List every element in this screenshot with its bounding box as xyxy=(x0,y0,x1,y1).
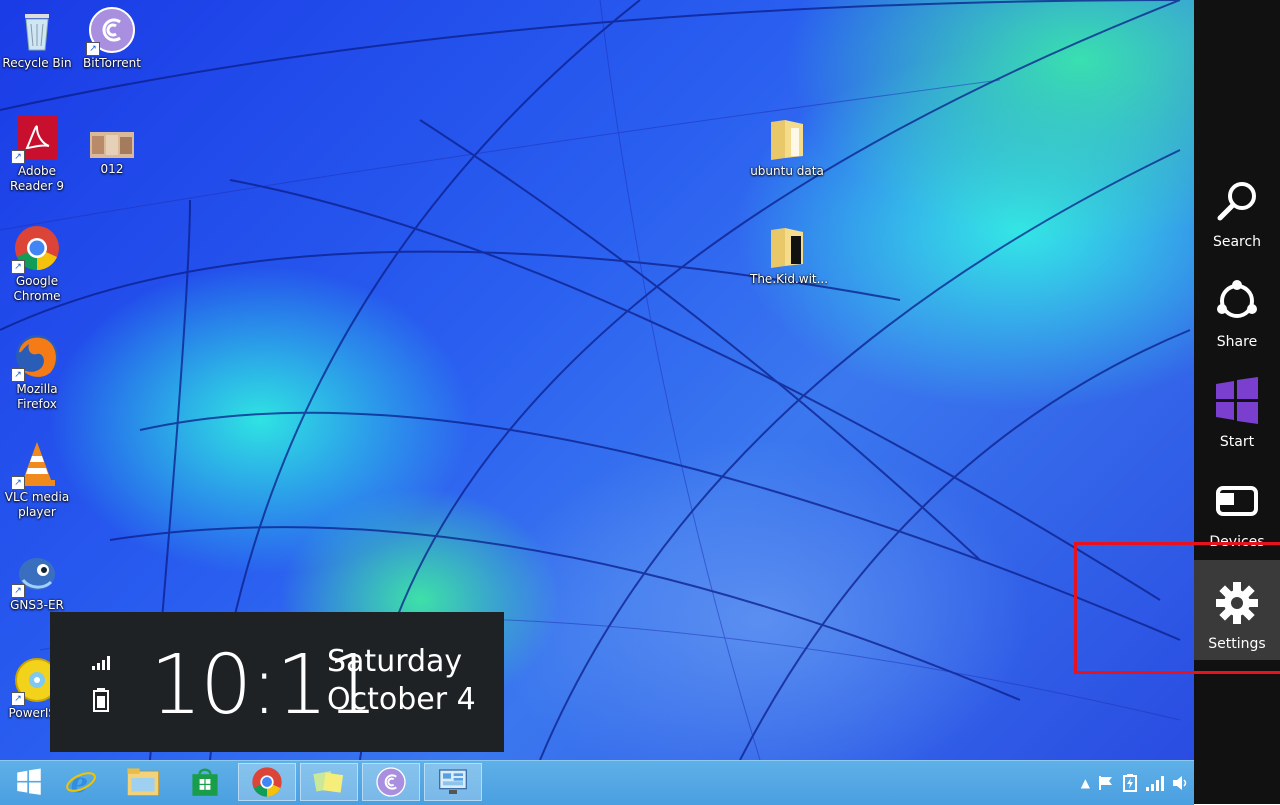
battery-charging-icon[interactable] xyxy=(1122,774,1138,792)
ie-icon: e xyxy=(66,767,96,799)
chrome-icon xyxy=(252,767,282,797)
recycle-bin-icon xyxy=(13,6,61,54)
desktop-icon-label: Mozilla Firefox xyxy=(16,382,58,411)
start-button[interactable] xyxy=(0,763,58,801)
taskbar-sticky-notes[interactable] xyxy=(300,763,358,801)
devices-icon xyxy=(1216,486,1258,516)
desktop-icon-recycle-bin[interactable]: Recycle Bin xyxy=(0,6,74,71)
desktop-icon-vlc-media-player[interactable]: ↗ VLC media player xyxy=(0,440,74,520)
control-panel-icon xyxy=(439,769,467,794)
firefox-icon: ↗ xyxy=(11,332,61,382)
folder-icon xyxy=(763,114,811,162)
bittorrent-icon xyxy=(376,767,406,797)
search-icon xyxy=(1217,182,1256,221)
taskbar-control-panel[interactable] xyxy=(424,763,482,801)
system-tray: ▲ xyxy=(1081,761,1194,805)
image-file-icon xyxy=(88,130,136,160)
bittorrent-icon: ↗ xyxy=(86,6,136,56)
signal-strength-icon xyxy=(92,656,110,670)
store-icon xyxy=(192,768,218,796)
taskbar-store[interactable] xyxy=(176,763,234,801)
windows-logo-icon xyxy=(1216,377,1258,424)
taskbar-internet-explorer[interactable]: e xyxy=(52,763,110,801)
desktop-icon-label: The.Kid.wit... xyxy=(750,272,829,286)
share-icon xyxy=(1217,280,1257,318)
charm-label: Start xyxy=(1219,434,1255,450)
chrome-icon: ↗ xyxy=(11,224,61,274)
shortcut-arrow-icon: ↗ xyxy=(11,150,25,164)
taskbar-file-explorer[interactable] xyxy=(114,763,172,801)
clock-day: Saturday xyxy=(327,644,463,679)
taskbar-google-chrome[interactable] xyxy=(238,763,296,801)
volume-icon[interactable] xyxy=(1172,775,1188,791)
notes-icon xyxy=(313,771,344,793)
folder-icon xyxy=(127,768,159,796)
desktop-icon-label: GNS3-ER xyxy=(10,598,64,612)
svg-text:e: e xyxy=(71,767,88,799)
show-hidden-icons-chevron-icon[interactable]: ▲ xyxy=(1081,776,1090,790)
desktop-icon-google-chrome[interactable]: ↗ Google Chrome xyxy=(0,224,74,304)
taskbar: e ▲ xyxy=(0,760,1194,805)
desktop-icon-label: Google Chrome xyxy=(13,274,61,303)
desktop-icon-the-kid[interactable]: The.Kid.wit... xyxy=(750,222,828,287)
shortcut-arrow-icon: ↗ xyxy=(11,260,25,274)
desktop-icon-label: VLC media player xyxy=(4,490,70,519)
windows-logo-icon xyxy=(17,768,41,795)
desktop-icon-012[interactable]: 012 xyxy=(75,130,149,177)
charm-share[interactable]: Share xyxy=(1194,258,1280,358)
shortcut-arrow-icon: ↗ xyxy=(86,42,100,56)
desktop-icon-label: BitTorrent xyxy=(83,56,141,70)
clock-date: October 4 xyxy=(327,682,476,717)
charm-label: Search xyxy=(1212,234,1262,250)
desktop-icon-ubuntu-data[interactable]: ubuntu data xyxy=(750,114,824,179)
charm-start[interactable]: Start xyxy=(1194,358,1280,458)
charm-search[interactable]: Search xyxy=(1194,158,1280,258)
vlc-cone-icon: ↗ xyxy=(11,440,61,490)
desktop-icon-adobe-reader[interactable]: ↗ Adobe Reader 9 xyxy=(0,114,74,194)
date-time-panel: 10:11 Saturday October 4 xyxy=(50,612,504,752)
highlight-annotation xyxy=(1074,542,1280,674)
charms-bar: Search Share Start Devices Settings xyxy=(1194,0,1280,804)
desktop-icon-label: Recycle Bin xyxy=(2,56,72,70)
charm-label: Share xyxy=(1216,334,1258,350)
action-center-flag-icon[interactable] xyxy=(1098,775,1114,791)
gns3-chameleon-icon: ↗ xyxy=(11,548,61,598)
shortcut-arrow-icon: ↗ xyxy=(11,692,25,706)
desktop-icon-label: 012 xyxy=(100,162,124,176)
signal-strength-icon[interactable] xyxy=(1146,775,1164,791)
folder-icon xyxy=(763,222,811,270)
shortcut-arrow-icon: ↗ xyxy=(11,476,25,490)
desktop-icon-label: ubuntu data xyxy=(750,164,824,178)
desktop-icon-bittorrent[interactable]: ↗ BitTorrent xyxy=(75,6,149,71)
desktop-icon-label: Adobe Reader 9 xyxy=(10,164,64,193)
desktop-icon-mozilla-firefox[interactable]: ↗ Mozilla Firefox xyxy=(0,332,74,412)
shortcut-arrow-icon: ↗ xyxy=(11,584,25,598)
desktop-icon-gns3[interactable]: ↗ GNS3-ER xyxy=(0,548,74,613)
shortcut-arrow-icon: ↗ xyxy=(11,368,25,382)
battery-charging-icon xyxy=(93,688,109,712)
adobe-reader-icon: ↗ xyxy=(11,114,61,164)
taskbar-bittorrent[interactable] xyxy=(362,763,420,801)
